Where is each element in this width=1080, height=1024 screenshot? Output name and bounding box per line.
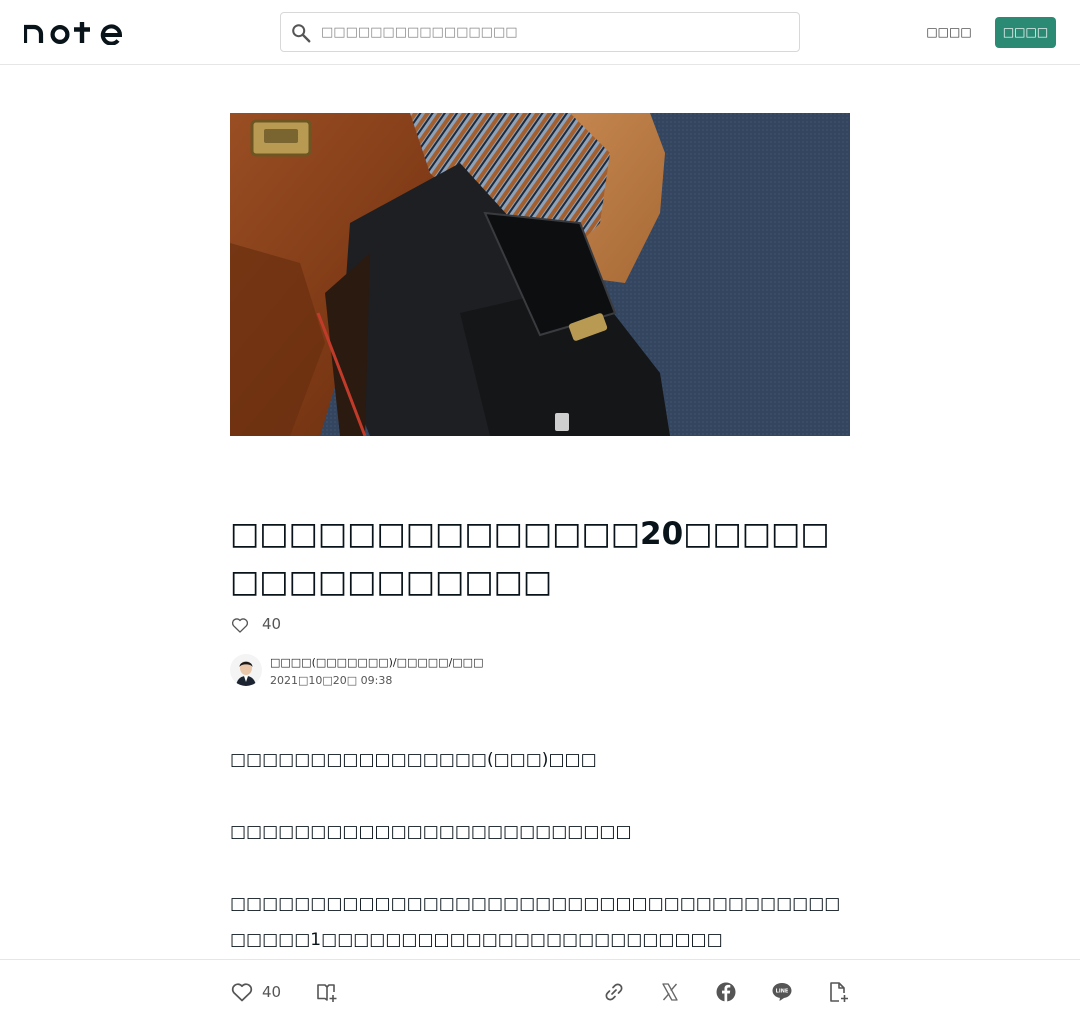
search-input[interactable] — [321, 13, 791, 51]
login-button[interactable]: □□□□ — [924, 16, 974, 48]
publish-date: 2021□10□20□ 09:38 — [270, 674, 393, 687]
line-icon[interactable]: LINE — [770, 980, 794, 1004]
heart-icon[interactable] — [230, 980, 254, 1004]
heart-icon[interactable] — [230, 615, 250, 635]
facebook-icon[interactable] — [714, 980, 738, 1004]
body-paragraph: □□□□□□□□□□□□□□□□□□□□□□□□□□□□□□□□□□□□□□□□… — [230, 894, 841, 950]
magazine-add-icon[interactable] — [315, 980, 339, 1004]
hero-image — [230, 113, 850, 436]
note-logo[interactable]: note — [24, 19, 124, 45]
like-count: 40 — [262, 615, 282, 633]
search-icon — [292, 24, 311, 43]
top-header: note □□□□ □□□□ — [0, 0, 1080, 65]
author-name[interactable]: □□□□(□□□□□□□)/□□□□□/□□□ — [270, 656, 483, 670]
bottom-action-bar: 40 LINE — [0, 959, 1080, 1024]
avatar[interactable] — [230, 654, 262, 686]
svg-text:LINE: LINE — [776, 989, 789, 995]
footer-like-count: 40 — [262, 983, 282, 1001]
article-title: □□□□□□□□□□□□□□20□□□□□□□□□□□□□□□□ — [230, 516, 830, 600]
body-paragraph: □□□□□□□□□□□□□□□□□□□□□□□□□ — [230, 822, 632, 842]
x-icon[interactable] — [658, 980, 682, 1004]
link-icon[interactable] — [602, 980, 626, 1004]
search-box[interactable] — [280, 12, 800, 52]
author-info[interactable]: □□□□(□□□□□□□)/□□□□□/□□□ 2021□10□20□ 09:3… — [230, 654, 630, 688]
body-paragraph: □□□□□□□□□□□□□□□□(□□□)□□□ — [230, 750, 597, 770]
embed-add-icon[interactable] — [826, 980, 850, 1004]
signup-button[interactable]: □□□□ — [995, 17, 1056, 48]
